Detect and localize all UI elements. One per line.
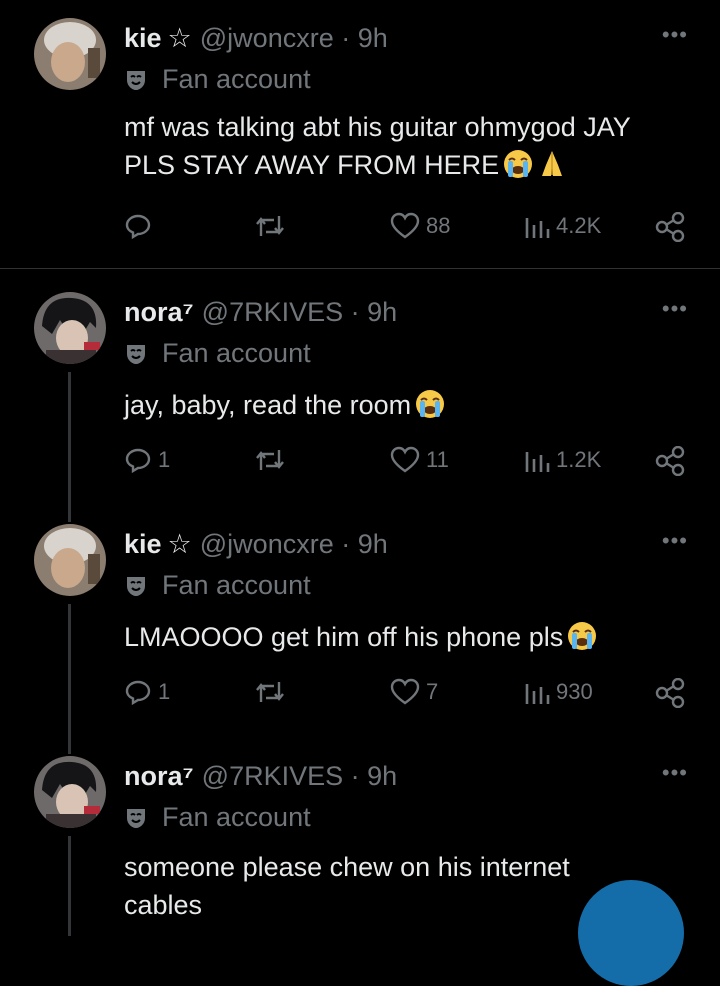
handle-timestamp[interactable]: @jwoncxre · 9h — [200, 23, 388, 54]
retweet-icon — [256, 450, 284, 470]
reply-button[interactable]: 1 — [124, 446, 170, 474]
views-chart-icon — [525, 218, 550, 238]
view-count: 930 — [556, 679, 593, 704]
folded-hands-icon — [542, 151, 563, 176]
display-name[interactable]: nora⁷ — [124, 761, 194, 792]
heart-icon — [390, 446, 420, 473]
share-icon — [655, 678, 685, 708]
views-button[interactable]: 1.2K — [524, 446, 601, 474]
label-text: Fan account — [162, 338, 311, 368]
tweet[interactable]: kie ☆ @jwoncxre · 9h ••• Fan account mf … — [0, 18, 720, 268]
views-button[interactable]: 930 — [524, 678, 593, 706]
reply-icon — [125, 214, 151, 240]
handle-timestamp[interactable]: @jwoncxre · 9h — [200, 529, 388, 560]
reply-icon — [125, 448, 151, 474]
crying-face-icon — [416, 390, 445, 418]
views-chart-icon — [525, 452, 550, 472]
tweet[interactable]: kie ☆ @jwoncxre · 9h ••• Fan account LMA… — [0, 524, 720, 756]
reply-button[interactable] — [124, 212, 158, 240]
like-button[interactable]: 88 — [390, 212, 450, 240]
reply-icon — [125, 680, 151, 706]
share-button[interactable] — [654, 212, 686, 242]
avatar[interactable] — [34, 292, 106, 364]
star-badge: ☆ — [167, 22, 192, 53]
like-button[interactable]: 11 — [390, 446, 449, 474]
more-options-icon[interactable]: ••• — [662, 528, 688, 554]
avatar[interactable] — [34, 524, 106, 596]
like-count: 7 — [426, 679, 439, 704]
tweet-text-content: LMAOOOO get him off his phone pls — [124, 622, 564, 652]
more-options-icon[interactable]: ••• — [662, 296, 688, 322]
mask-icon — [124, 574, 148, 598]
tweet-text-content: someone please chew on his internet cabl… — [124, 852, 570, 920]
like-count: 11 — [426, 447, 449, 472]
tweet-text: someone please chew on his internet cabl… — [124, 848, 624, 924]
mask-icon — [124, 806, 148, 830]
avatar[interactable] — [34, 18, 106, 90]
fan-account-label: Fan account — [124, 570, 311, 601]
tweet-text-content: jay, baby, read the room — [124, 390, 412, 420]
fan-account-label: Fan account — [124, 64, 311, 95]
tweet-text: LMAOOOO get him off his phone pls — [124, 618, 684, 656]
retweet-button[interactable] — [254, 212, 286, 240]
tweet-actions: 1 11 1.2K — [124, 446, 690, 486]
fan-account-label: Fan account — [124, 338, 311, 369]
reply-count: 1 — [158, 447, 171, 472]
reply-button[interactable]: 1 — [124, 678, 170, 706]
tweet-header: kie ☆ @jwoncxre · 9h — [124, 524, 388, 564]
mask-icon — [124, 342, 148, 366]
label-text: Fan account — [162, 64, 311, 94]
tweet-actions: 1 7 930 — [124, 678, 690, 718]
handle-timestamp[interactable]: @7RKIVES · 9h — [202, 297, 398, 328]
view-count: 1.2K — [556, 447, 602, 472]
share-icon — [655, 446, 685, 476]
retweet-button[interactable] — [254, 446, 286, 474]
views-chart-icon — [525, 684, 550, 704]
display-name[interactable]: kie — [124, 529, 162, 560]
heart-icon — [390, 212, 420, 239]
tweet-text: jay, baby, read the room — [124, 386, 684, 424]
more-options-icon[interactable]: ••• — [662, 760, 688, 786]
display-name[interactable]: nora⁷ — [124, 297, 194, 328]
divider — [0, 268, 720, 269]
tweet-text: mf was talking abt his guitar ohmygod JA… — [124, 108, 684, 184]
tweet-header: nora⁷ @7RKIVES · 9h — [124, 756, 397, 796]
views-button[interactable]: 4.2K — [524, 212, 601, 240]
tweet-header: nora⁷ @7RKIVES · 9h — [124, 292, 397, 332]
thread-line — [68, 836, 71, 936]
compose-fab-button[interactable] — [578, 880, 684, 986]
label-text: Fan account — [162, 570, 311, 600]
display-name[interactable]: kie — [124, 23, 162, 54]
avatar[interactable] — [34, 756, 106, 828]
tweet-header: kie ☆ @jwoncxre · 9h — [124, 18, 388, 58]
like-button[interactable]: 7 — [390, 678, 438, 706]
fan-account-label: Fan account — [124, 802, 311, 833]
retweet-button[interactable] — [254, 678, 286, 706]
view-count: 4.2K — [556, 213, 602, 238]
crying-face-icon — [568, 622, 597, 650]
label-text: Fan account — [162, 802, 311, 832]
star-badge: ☆ — [167, 528, 192, 559]
share-icon — [655, 212, 685, 242]
retweet-icon — [256, 682, 284, 702]
mask-icon — [124, 68, 148, 92]
share-button[interactable] — [654, 678, 686, 708]
retweet-icon — [256, 216, 284, 236]
thread-line — [68, 604, 71, 754]
share-button[interactable] — [654, 446, 686, 476]
tweet[interactable]: nora⁷ @7RKIVES · 9h ••• Fan account jay,… — [0, 292, 720, 522]
heart-icon — [390, 678, 420, 705]
handle-timestamp[interactable]: @7RKIVES · 9h — [202, 761, 398, 792]
reply-count: 1 — [158, 679, 171, 704]
like-count: 88 — [426, 213, 451, 238]
tweet-actions: 88 4.2K — [124, 212, 690, 252]
crying-face-icon — [504, 150, 533, 178]
more-options-icon[interactable]: ••• — [662, 22, 688, 48]
thread-line — [68, 372, 71, 522]
